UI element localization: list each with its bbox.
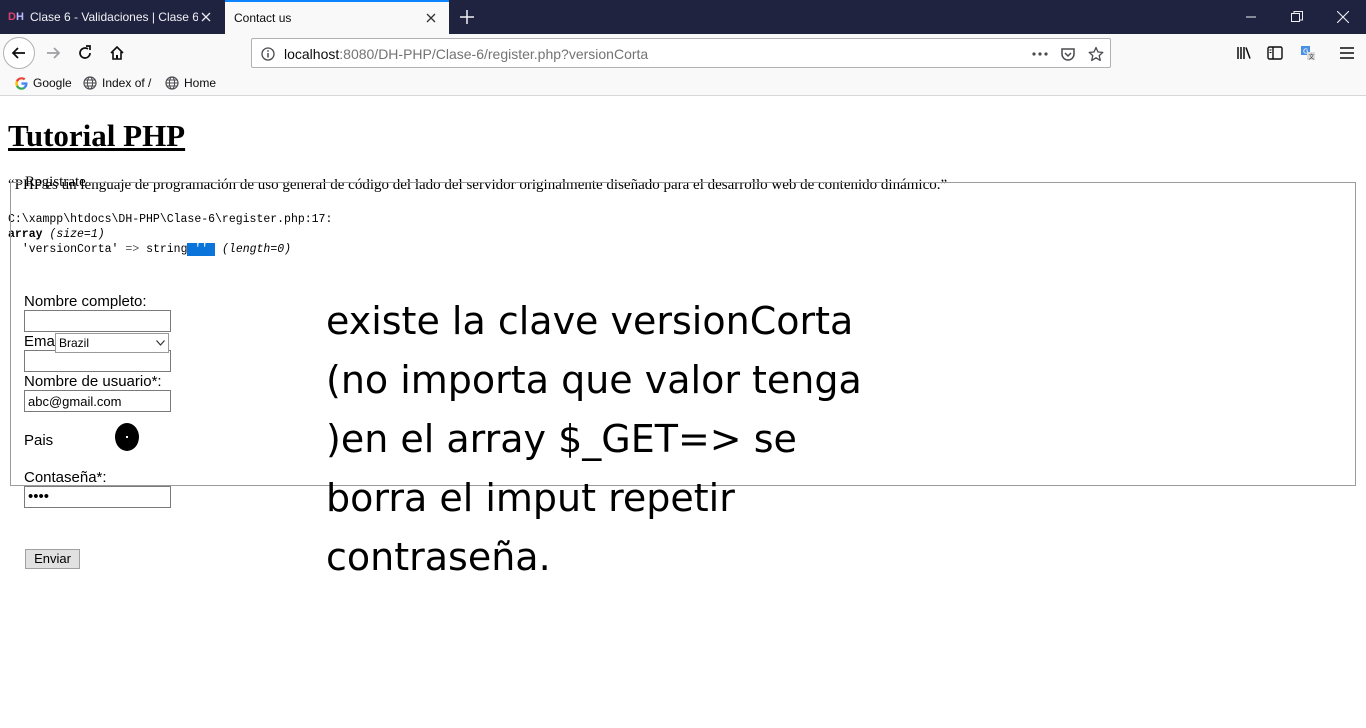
cursor-highlight — [115, 423, 139, 451]
username-input[interactable] — [24, 390, 171, 412]
globe-icon — [82, 75, 98, 91]
forward-button[interactable] — [37, 37, 69, 69]
minimize-icon — [1246, 16, 1256, 18]
annotation-line: contraseña. — [326, 535, 551, 579]
fullname-input[interactable] — [24, 310, 171, 332]
country-selected-value: Brazil — [59, 336, 90, 350]
page-actions-icon[interactable] — [1030, 44, 1050, 64]
library-icon[interactable] — [1234, 43, 1254, 63]
submit-button[interactable]: Enviar — [25, 549, 80, 569]
home-button[interactable] — [101, 37, 133, 69]
close-icon — [1337, 11, 1349, 23]
email-input[interactable] — [24, 350, 171, 372]
bookmark-label: Home — [184, 76, 217, 90]
bookmarks-toolbar: Google Index of / Home — [0, 72, 1366, 96]
close-icon[interactable] — [423, 10, 439, 26]
register-legend: Registrate — [25, 174, 86, 190]
annotation-line: existe la clave versionCorta — [326, 299, 854, 343]
country-label: Pais — [24, 432, 54, 449]
bookmark-label: Google — [33, 76, 72, 90]
annotation-line: borra el imput repetir — [326, 476, 735, 520]
reload-button[interactable] — [69, 37, 101, 69]
google-icon — [13, 75, 29, 91]
country-select[interactable]: Brazil — [55, 333, 169, 353]
url-text[interactable]: localhost:8080/DH-PHP/Clase-6/register.p… — [284, 46, 648, 62]
minimize-button[interactable] — [1228, 0, 1274, 34]
info-icon[interactable] — [258, 44, 278, 64]
tab-label: Contact us — [234, 11, 292, 25]
tab-contact-us[interactable]: Contact us — [225, 0, 449, 34]
sidebar-icon[interactable] — [1265, 43, 1285, 63]
password-input[interactable]: •••• — [24, 486, 171, 508]
close-window-button[interactable] — [1320, 0, 1366, 34]
close-icon[interactable] — [198, 9, 214, 25]
svg-text:文: 文 — [1309, 53, 1315, 61]
new-tab-button[interactable] — [455, 5, 479, 29]
dh-favicon-icon: DH — [8, 11, 24, 23]
annotation-line: (no importa que valor tenga — [326, 358, 862, 402]
restore-icon — [1291, 11, 1303, 22]
page-title: Tutorial PHP — [8, 118, 186, 153]
pocket-icon[interactable] — [1058, 44, 1078, 64]
bookmark-label: Index of / — [102, 76, 152, 90]
back-button[interactable] — [3, 37, 35, 69]
arrow-left-icon — [11, 47, 25, 59]
translate-icon[interactable]: G文 — [1298, 43, 1318, 63]
bookmark-index-of[interactable]: Index of / — [82, 75, 151, 91]
restore-button[interactable] — [1274, 0, 1320, 34]
arrow-right-icon — [47, 47, 61, 59]
tab-clase6[interactable]: DH Clase 6 - Validaciones | Clase 6 — [0, 0, 224, 34]
tab-strip: DH Clase 6 - Validaciones | Clase 6 Cont… — [0, 0, 1366, 34]
bookmark-google[interactable]: Google — [13, 75, 72, 91]
username-label: Nombre de usuario*: — [24, 373, 162, 390]
chevron-down-icon — [156, 340, 165, 346]
fullname-label: Nombre completo: — [24, 293, 147, 310]
menu-icon[interactable] — [1337, 43, 1357, 63]
annotation-line: )en el array $_GET=> se — [326, 417, 797, 461]
annotation-text: existe la clave versionCorta (no importa… — [326, 292, 926, 587]
address-bar[interactable]: localhost:8080/DH-PHP/Clase-6/register.p… — [251, 38, 1111, 68]
home-icon — [110, 45, 124, 60]
reload-icon — [79, 45, 91, 59]
globe-icon — [164, 75, 180, 91]
plus-icon — [460, 10, 474, 24]
navigation-toolbar: localhost:8080/DH-PHP/Clase-6/register.p… — [0, 34, 1366, 72]
bookmark-star-icon[interactable] — [1086, 44, 1106, 64]
bookmark-home[interactable]: Home — [164, 75, 216, 91]
tab-label: Clase 6 - Validaciones | Clase 6 — [30, 10, 198, 24]
password-label: Contaseña*: — [24, 469, 107, 486]
